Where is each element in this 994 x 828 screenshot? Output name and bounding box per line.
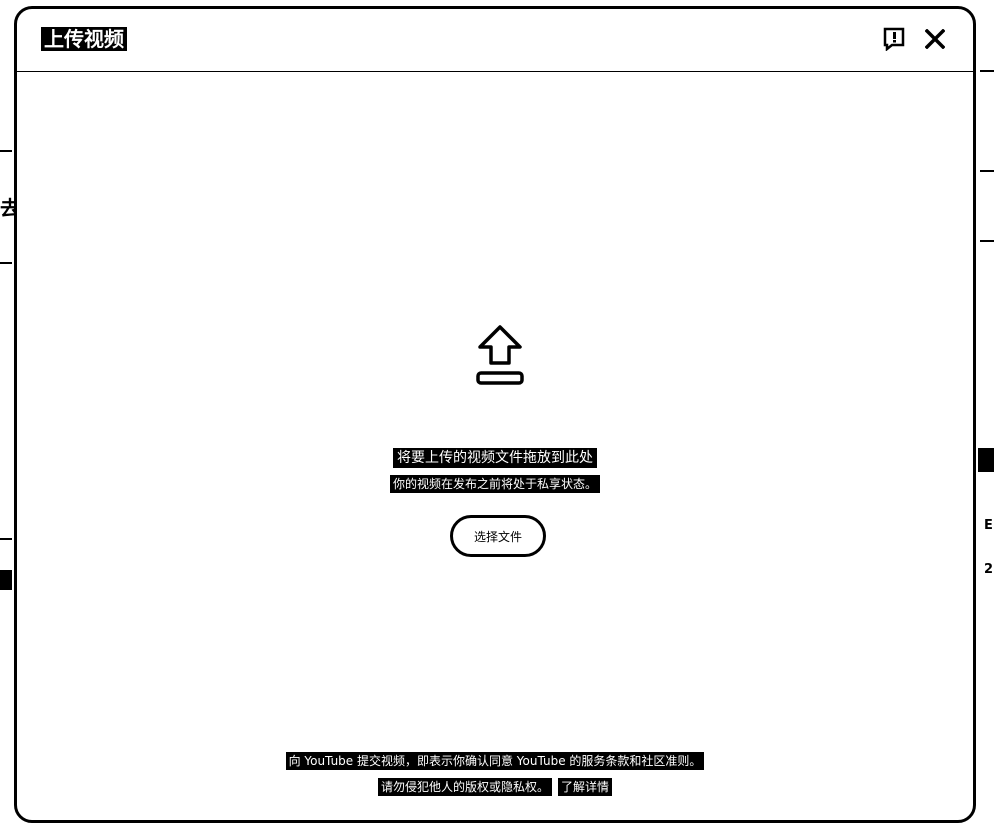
select-file-button[interactable]: 选择文件 bbox=[450, 515, 546, 557]
rights-line: 请勿侵犯他人的版权或隐私权。 了解详情 bbox=[17, 778, 973, 796]
background-line-left-1 bbox=[0, 150, 12, 152]
terms-footer: 向 YouTube 提交视频，即表示你确认同意 YouTube 的服务条款和社区… bbox=[17, 752, 973, 804]
background-line-right-2 bbox=[980, 170, 994, 172]
background-text-right-2: 2 bbox=[984, 562, 994, 577]
upload-arrow-icon[interactable] bbox=[474, 323, 526, 387]
learn-more-link[interactable]: 了解详情 bbox=[558, 778, 613, 796]
feedback-flag-icon bbox=[883, 27, 905, 51]
background-line-left-2 bbox=[0, 262, 12, 264]
background-line-left-3 bbox=[0, 538, 12, 540]
background-block-right bbox=[978, 448, 994, 472]
background-text-right-1: E bbox=[984, 518, 993, 533]
drag-drop-subtitle-text: 你的视频在发布之前将处于私享状态。 bbox=[389, 475, 600, 493]
dialog-title: 上传视频 bbox=[41, 27, 127, 51]
drag-drop-title-text: 将要上传的视频文件拖放到此处 bbox=[393, 448, 597, 468]
background-edge-left bbox=[0, 0, 4, 828]
close-button[interactable] bbox=[921, 25, 949, 53]
terms-text: 向 YouTube 提交视频，即表示你确认同意 YouTube 的服务条款和社区… bbox=[285, 752, 705, 770]
rights-text: 请勿侵犯他人的版权或隐私权。 bbox=[377, 778, 552, 796]
background-line-right-1 bbox=[980, 70, 994, 72]
drag-drop-title: 将要上传的视频文件拖放到此处 bbox=[17, 447, 973, 468]
terms-line: 向 YouTube 提交视频，即表示你确认同意 YouTube 的服务条款和社区… bbox=[17, 752, 973, 770]
dialog-header: 上传视频 bbox=[17, 9, 973, 72]
drag-drop-subtitle: 你的视频在发布之前将处于私享状态。 bbox=[17, 473, 973, 493]
upload-video-dialog: 上传视频 将要上传的视频文件拖放到此处 你的视频在发布之前将处于私享状态。 选择… bbox=[14, 6, 976, 823]
close-icon bbox=[925, 29, 945, 49]
feedback-button[interactable] bbox=[880, 25, 908, 53]
background-line-right-3 bbox=[980, 240, 994, 242]
background-block-left bbox=[0, 570, 12, 590]
upload-drop-zone[interactable]: 将要上传的视频文件拖放到此处 你的视频在发布之前将处于私享状态。 选择文件 向 … bbox=[17, 72, 973, 817]
